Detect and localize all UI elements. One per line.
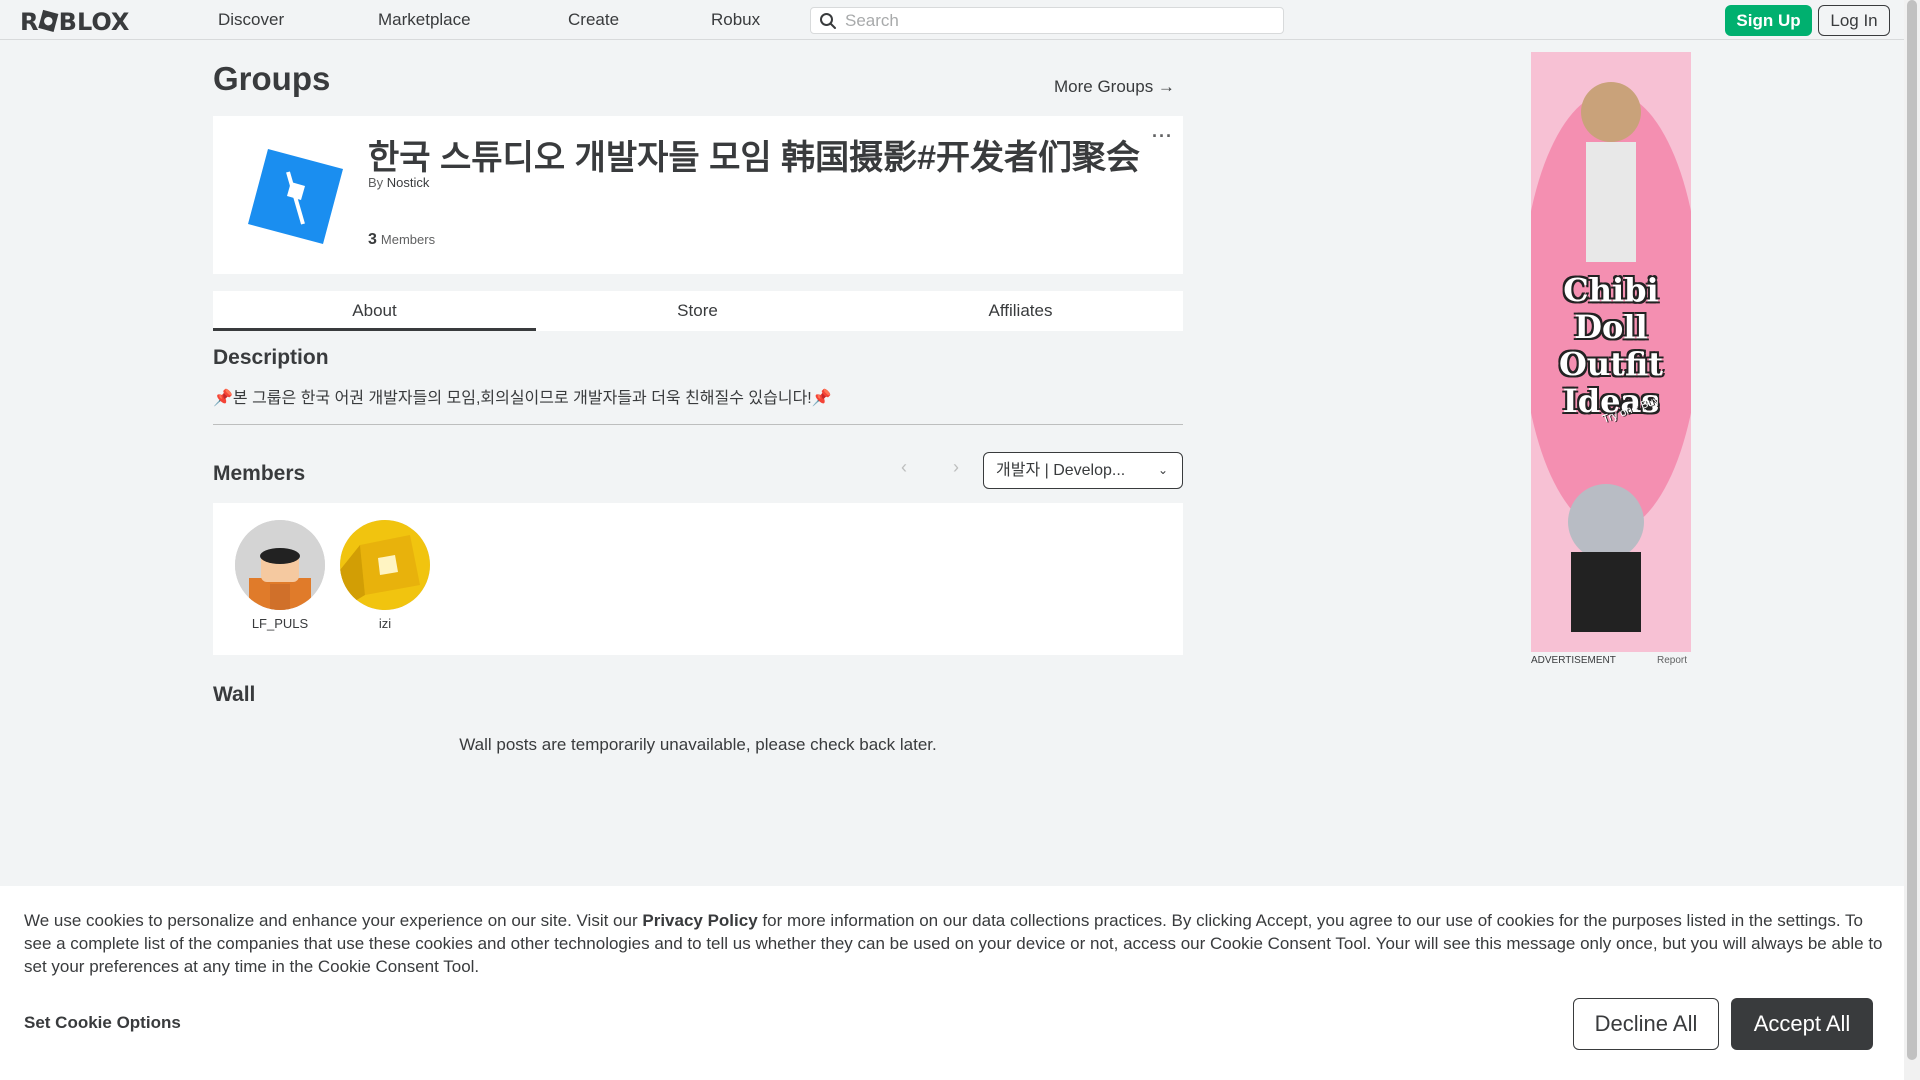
tab-affiliates[interactable]: Affiliates xyxy=(859,291,1182,331)
chevron-right-icon[interactable]: › xyxy=(946,457,966,481)
role-filter-dropdown[interactable]: 개발자 | Develop... ⌄ xyxy=(983,452,1183,489)
ad-report-link[interactable]: Report xyxy=(1657,655,1687,666)
search-icon xyxy=(820,13,836,29)
group-header-card: 한국 스튜디오 개발자들 모임 韩国摄影#开发者们聚会 By Nostick 3… xyxy=(213,116,1183,274)
chevron-left-icon[interactable]: ‹ xyxy=(894,457,914,481)
accept-all-button[interactable]: Accept All xyxy=(1731,998,1873,1050)
member-name[interactable]: LF_PULS xyxy=(234,616,326,631)
wall-unavailable-message: Wall posts are temporarily unavailable, … xyxy=(459,735,937,754)
members-list: LF_PULS izi xyxy=(213,503,1183,655)
log-in-button[interactable]: Log In xyxy=(1818,5,1890,36)
page-title: Groups xyxy=(213,60,331,97)
member-count-value: 3 xyxy=(368,231,377,248)
group-owner-link[interactable]: Nostick xyxy=(387,175,430,190)
set-cookie-options-link[interactable]: Set Cookie Options xyxy=(24,1013,181,1033)
group-owner-line: By Nostick xyxy=(368,175,429,190)
group-emblem-icon xyxy=(248,149,343,244)
cookie-text-before: We use cookies to personalize and enhanc… xyxy=(24,911,643,930)
nav-create[interactable]: Create xyxy=(568,10,619,30)
ellipsis-icon[interactable]: ··· xyxy=(1152,126,1173,147)
pushpin-icon: 📌 xyxy=(213,390,233,407)
group-member-count: 3 Members xyxy=(368,231,435,249)
search-box xyxy=(810,7,1284,34)
advertisement-label: ADVERTISEMENT xyxy=(1531,655,1616,666)
member-card[interactable]: izi xyxy=(339,520,431,631)
ad-headline-line: Doll xyxy=(1574,308,1648,346)
avatar[interactable] xyxy=(340,520,430,610)
page: R◘BLOX Discover Marketplace Create Robux… xyxy=(0,0,1920,1080)
member-name[interactable]: izi xyxy=(339,616,431,631)
ad-headline-line: Chibi xyxy=(1563,271,1659,309)
avatar-image xyxy=(235,520,325,610)
scrollbar-thumb[interactable] xyxy=(1907,0,1917,1060)
avatar[interactable] xyxy=(235,520,325,610)
sign-up-button[interactable]: Sign Up xyxy=(1725,5,1812,36)
top-nav-bar: R◘BLOX Discover Marketplace Create Robux… xyxy=(0,0,1904,40)
search-input[interactable] xyxy=(845,10,1275,32)
members-heading: Members xyxy=(213,462,306,485)
tab-about[interactable]: About xyxy=(213,291,536,331)
advertisement-banner[interactable]: Chibi Doll Outfit Ideas Try on • Buy xyxy=(1531,52,1691,652)
group-name: 한국 스튜디오 개발자들 모임 韩国摄影#开发者们聚会 xyxy=(368,139,1141,177)
privacy-policy-link[interactable]: Privacy Policy xyxy=(642,911,757,930)
ad-headline-line: Outfit xyxy=(1559,345,1663,383)
decline-all-button[interactable]: Decline All xyxy=(1573,998,1719,1050)
group-by-prefix: By xyxy=(368,175,384,190)
description-text: 본 그룹은 한국 어권 개발자들의 모임,회의실이므로 개발자들과 더욱 친해질… xyxy=(232,390,812,407)
pushpin-icon: 📌 xyxy=(811,390,832,407)
more-groups-link[interactable]: More Groups → xyxy=(1054,77,1175,97)
member-card[interactable]: LF_PULS xyxy=(234,520,326,631)
member-count-label: Members xyxy=(380,232,436,247)
tab-store[interactable]: Store xyxy=(536,291,859,331)
description-text-line: 📌본 그룹은 한국 어권 개발자들의 모임,회의실이므로 개발자들과 더욱 친해… xyxy=(213,384,832,408)
cookie-notice-text: We use cookies to personalize and enhanc… xyxy=(24,909,1884,978)
cookie-banner: We use cookies to personalize and enhanc… xyxy=(0,886,1904,1080)
nav-discover[interactable]: Discover xyxy=(218,10,284,30)
nav-marketplace[interactable]: Marketplace xyxy=(378,10,471,30)
role-filter-value: 개발자 | Develop... xyxy=(996,462,1126,479)
page-scrollbar[interactable] xyxy=(1904,0,1920,1080)
chevron-down-icon: ⌄ xyxy=(1157,463,1168,477)
ad-headline: Chibi Doll Outfit Ideas xyxy=(1531,272,1691,420)
nav-robux[interactable]: Robux xyxy=(711,10,760,30)
wall-heading: Wall xyxy=(213,683,256,706)
roblox-logo[interactable]: R◘BLOX xyxy=(20,6,129,38)
avatar-image xyxy=(340,520,430,610)
description-heading: Description xyxy=(213,346,329,369)
group-tabs: About Store Affiliates xyxy=(213,291,1183,331)
section-divider xyxy=(213,424,1183,425)
